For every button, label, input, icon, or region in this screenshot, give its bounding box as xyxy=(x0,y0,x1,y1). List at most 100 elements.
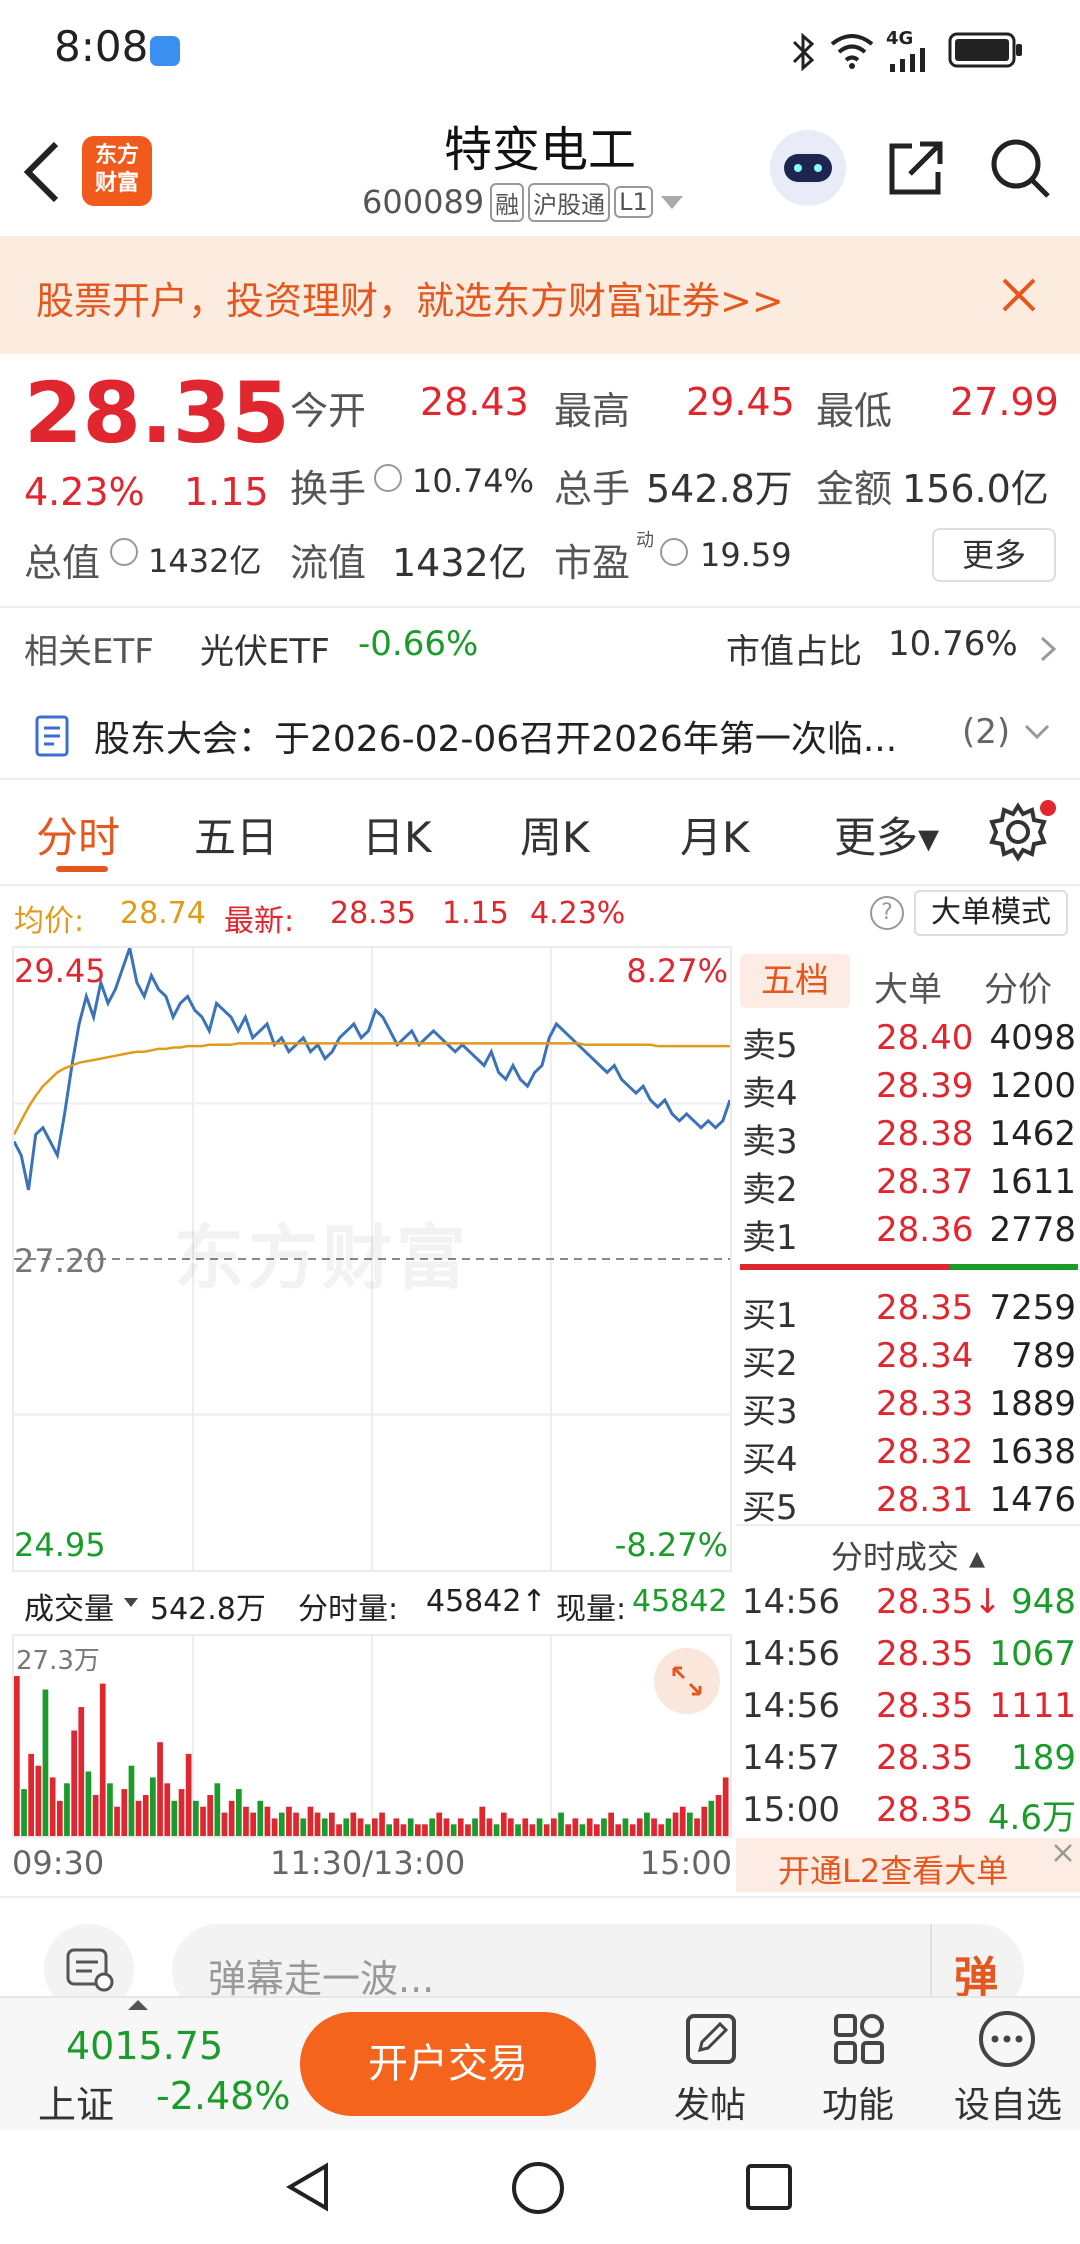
ticks-title[interactable]: 分时成交 ▴ xyxy=(736,1532,1080,1578)
volume-bar xyxy=(150,1777,156,1836)
battery-icon xyxy=(948,32,1022,68)
volume-bar xyxy=(429,1818,435,1836)
volume-bar xyxy=(665,1818,672,1836)
price-chart[interactable]: 东方财富 29.45 27.20 24.95 8.27% -8.27% xyxy=(12,946,732,1572)
volume-bar xyxy=(207,1795,213,1836)
volume-chart[interactable]: 27.3万 xyxy=(12,1634,732,1838)
document-icon xyxy=(35,715,69,757)
comment-bar: 弹幕走一波... 弹 xyxy=(0,1900,1080,2016)
volume-bar xyxy=(350,1812,357,1836)
logo-line2: 财富 xyxy=(94,171,139,196)
l2-promo[interactable]: 开通L2查看大单 xyxy=(736,1838,1080,1892)
chart-info-row: 均价: 28.74 最新: 28.35 1.15 4.23% ? 大单模式 xyxy=(0,886,1080,940)
float-value: 1432亿 xyxy=(392,541,527,585)
buy-level: 买2 28.34 789 xyxy=(742,1336,1076,1384)
close-icon[interactable] xyxy=(1000,276,1038,314)
expand-icon[interactable] xyxy=(654,1648,720,1714)
x-label-open: 09:30 xyxy=(12,1844,105,1882)
tag-margin: 融 xyxy=(490,182,525,222)
post-icon[interactable] xyxy=(682,2010,740,2068)
volume-bar xyxy=(278,1812,285,1836)
info-icon[interactable] xyxy=(660,538,688,566)
watchlist-label[interactable]: 设自选 xyxy=(954,2076,1062,2128)
signal-icon xyxy=(890,48,925,72)
index-value[interactable]: 4015.75 xyxy=(66,2024,223,2068)
volume-bar xyxy=(42,1689,49,1836)
avg-label: 均价: xyxy=(14,904,85,939)
orderbook-tab-price[interactable]: 分价 xyxy=(984,962,1052,1011)
tag-level: L1 xyxy=(614,186,653,218)
turnover-value: 10.74% xyxy=(412,462,535,500)
volume-bar xyxy=(400,1824,407,1836)
stock-code-row[interactable]: 600089 融 沪股通 L1 xyxy=(362,180,683,224)
x-axis: 09:30 11:30/13:00 15:00 xyxy=(12,1844,732,1888)
share-icon[interactable] xyxy=(884,136,948,200)
bid-ask-ratio-bar xyxy=(740,1264,1078,1270)
pe-label: 市盈 xyxy=(554,541,631,585)
sell-level: 卖3 28.38 1462 xyxy=(742,1114,1076,1162)
volume-chart-svg xyxy=(14,1636,729,1836)
help-icon[interactable]: ? xyxy=(870,896,904,930)
more-button[interactable]: 更多 xyxy=(932,528,1056,582)
tab-more[interactable]: 更多▾ xyxy=(834,804,939,865)
volume-bar xyxy=(271,1818,278,1836)
back-triangle-icon[interactable] xyxy=(282,2160,336,2214)
orderbook-tab-five[interactable]: 五档 xyxy=(740,954,850,1008)
notice-row[interactable]: 股东大会：于2026-02-06召开2026年第一次临... (2) xyxy=(0,690,1080,778)
tab-five-day[interactable]: 五日 xyxy=(194,804,278,865)
function-icon[interactable] xyxy=(830,2010,888,2068)
volume-bar xyxy=(21,1789,27,1836)
volume-bar xyxy=(107,1783,113,1836)
divider xyxy=(736,1524,1080,1526)
low-value: 27.99 xyxy=(950,380,1059,424)
chevron-down-icon[interactable] xyxy=(1022,722,1052,742)
volume-bar xyxy=(715,1795,722,1836)
volume-bar xyxy=(515,1824,521,1836)
function-label[interactable]: 功能 xyxy=(822,2076,894,2128)
volume-bar xyxy=(200,1806,206,1836)
volume-bar xyxy=(171,1800,178,1836)
etf-row[interactable]: 相关ETF 光伏ETF -0.66% 市值占比 10.76% xyxy=(0,608,1080,688)
info-icon[interactable] xyxy=(110,538,138,566)
stock-code: 600089 xyxy=(362,183,485,221)
volume-bar xyxy=(357,1818,364,1836)
promo-banner[interactable]: 股票开户，投资理财，就选东方财富证券>> xyxy=(0,236,1080,354)
volume-bar xyxy=(472,1818,478,1836)
info-icon[interactable] xyxy=(374,464,402,492)
tab-intraday[interactable]: 分时 xyxy=(36,804,120,865)
volume-bar xyxy=(257,1800,264,1836)
open-value: 28.43 xyxy=(420,380,529,424)
back-arrow-icon[interactable] xyxy=(20,140,64,204)
gear-icon[interactable] xyxy=(988,802,1048,862)
volume-bar xyxy=(99,1683,106,1836)
volume-bar xyxy=(500,1812,507,1836)
volume-bar xyxy=(286,1806,292,1836)
tab-monthly-k[interactable]: 月K xyxy=(680,804,750,865)
tab-weekly-k[interactable]: 周K xyxy=(520,804,590,865)
volume-bar xyxy=(336,1824,342,1836)
more-dots-icon[interactable] xyxy=(976,2008,1038,2070)
chevron-right-icon xyxy=(1040,636,1057,662)
search-icon[interactable] xyxy=(988,136,1054,202)
tab-daily-k[interactable]: 日K xyxy=(362,804,432,865)
volume-bar xyxy=(679,1806,686,1836)
volume-bar xyxy=(436,1812,443,1836)
orderbook-tab-big[interactable]: 大单 xyxy=(874,962,942,1011)
home-circle-icon[interactable] xyxy=(510,2160,566,2216)
chevron-down-icon xyxy=(660,195,683,209)
trade-button[interactable]: 开户交易 xyxy=(300,2012,596,2116)
volume-bar xyxy=(701,1806,708,1836)
volume-bar xyxy=(722,1777,729,1836)
big-order-mode-button[interactable]: 大单模式 xyxy=(914,890,1068,936)
robot-avatar-icon[interactable] xyxy=(770,130,846,206)
volume-dropdown[interactable]: 成交量 xyxy=(24,1584,114,1628)
mktcap-value: 1432亿 xyxy=(148,542,262,580)
volume-bar xyxy=(651,1818,657,1836)
volume-bar xyxy=(450,1824,457,1836)
recents-square-icon[interactable] xyxy=(744,2162,794,2212)
post-label[interactable]: 发帖 xyxy=(674,2076,746,2128)
volume-bar xyxy=(415,1824,421,1836)
volume-bar xyxy=(601,1818,607,1836)
close-icon[interactable] xyxy=(1052,1842,1074,1864)
quote-panel: 28.35 4.23% 1.15 今开 28.43 最高 29.45 最低 27… xyxy=(0,354,1080,604)
